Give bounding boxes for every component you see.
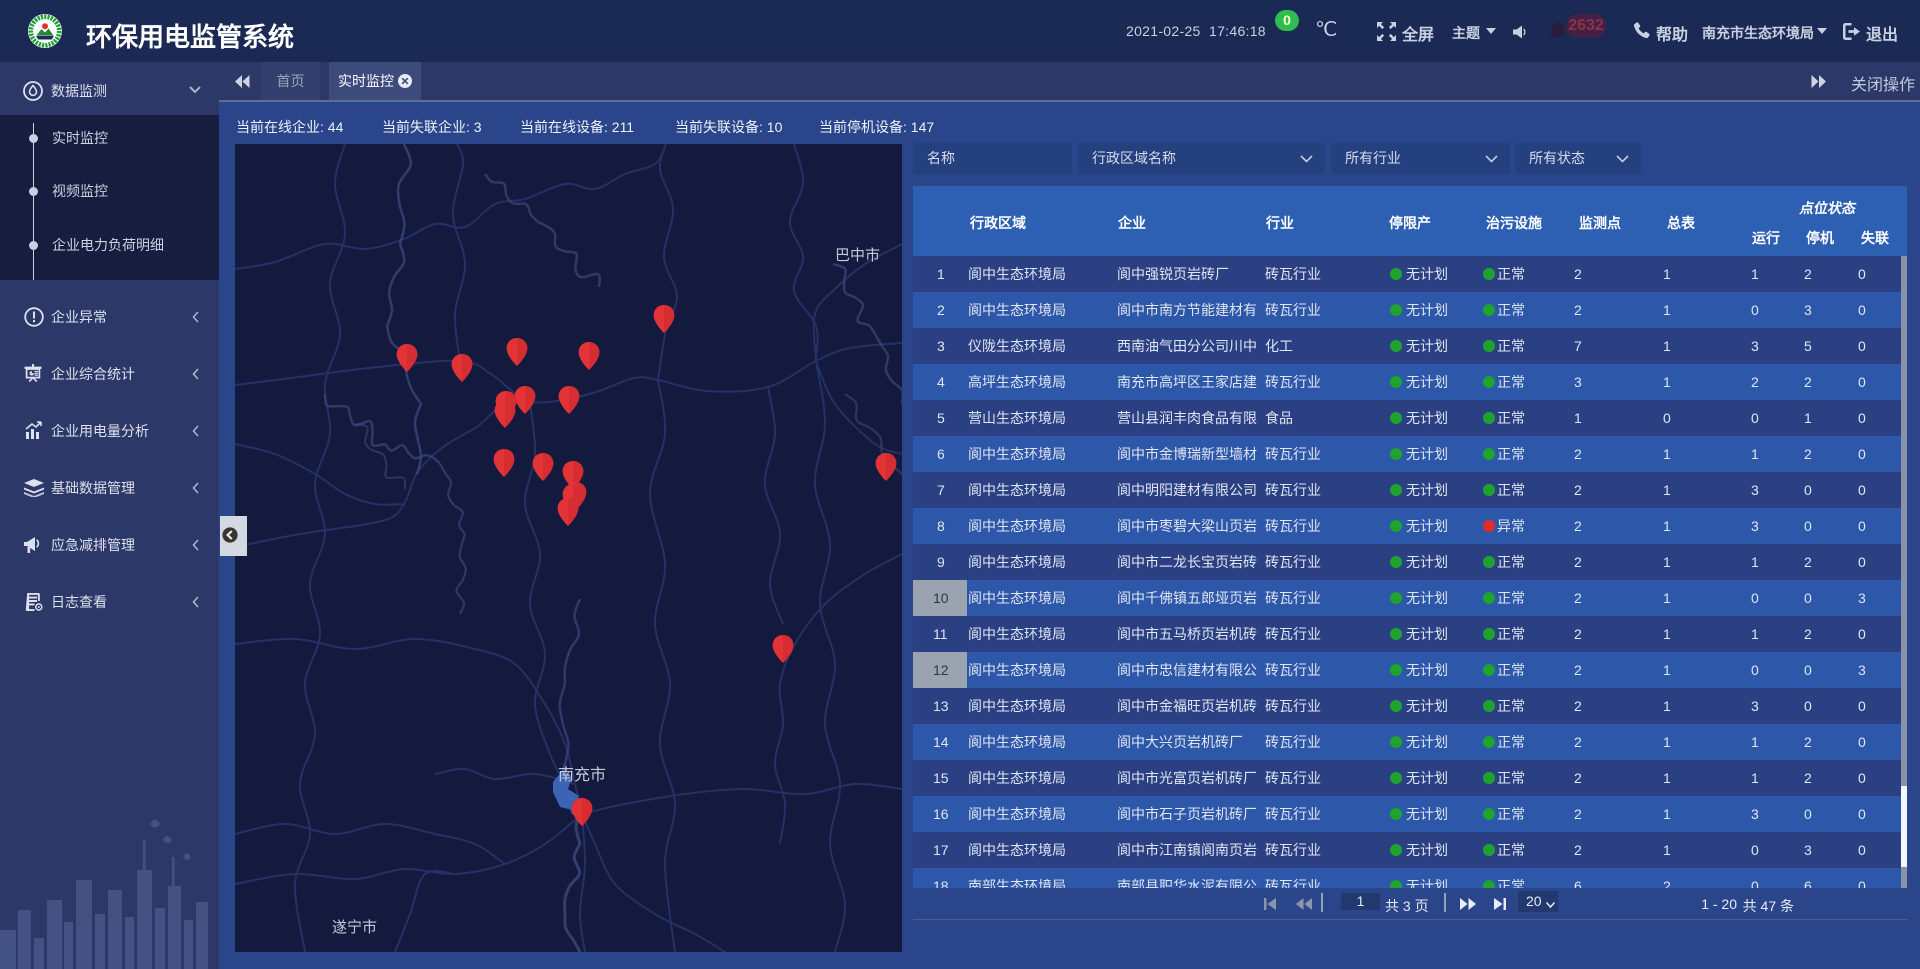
svg-text:遂宁市: 遂宁市	[332, 919, 377, 936]
svg-text:巴中市: 巴中市	[835, 247, 880, 264]
svg-text:南充市: 南充市	[558, 766, 606, 784]
